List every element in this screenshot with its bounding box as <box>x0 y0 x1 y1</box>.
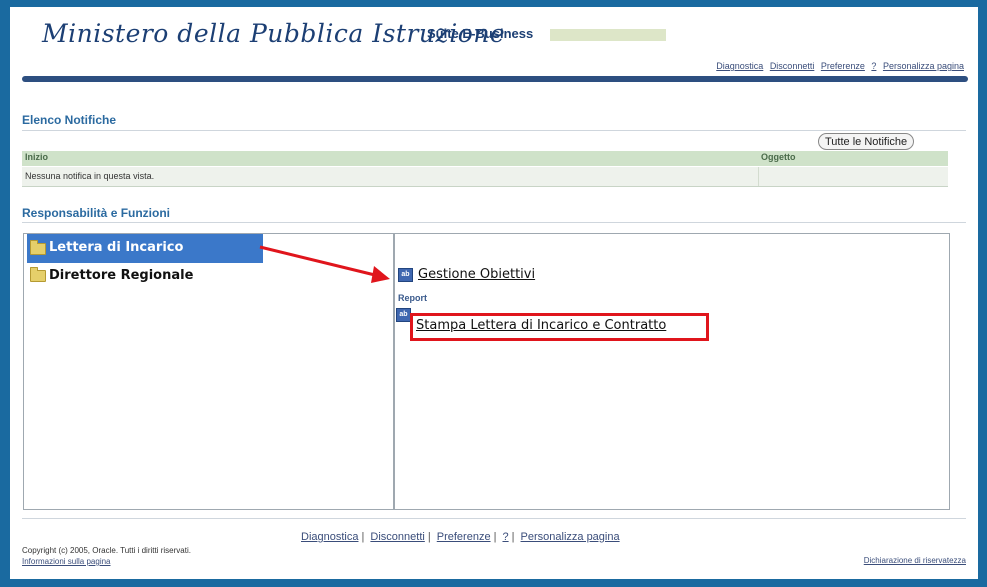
copyright-text: Copyright (c) 2005, Oracle. Tutti i diri… <box>22 546 191 555</box>
footer-personalizza-link[interactable]: Personalizza pagina <box>521 531 620 543</box>
privacy-link[interactable]: Dichiarazione di riservatezza <box>864 556 966 565</box>
annotation-arrow <box>259 245 390 283</box>
footer-links: Diagnostica | Disconnetti | Preferenze | ? |… <box>301 531 620 543</box>
footer-preferenze-link[interactable]: Preferenze <box>437 531 491 543</box>
footer-disconnetti-link[interactable]: Disconnetti <box>370 531 424 543</box>
page-info-link[interactable]: Informazioni sulla pagina <box>22 557 111 566</box>
footer-diagnostica-link[interactable]: Diagnostica <box>301 531 358 543</box>
page-frame: Ministero della Pubblica Istruzione Suit… <box>10 7 978 579</box>
footer-divider <box>22 518 966 519</box>
footer-help-link[interactable]: ? <box>502 531 508 543</box>
